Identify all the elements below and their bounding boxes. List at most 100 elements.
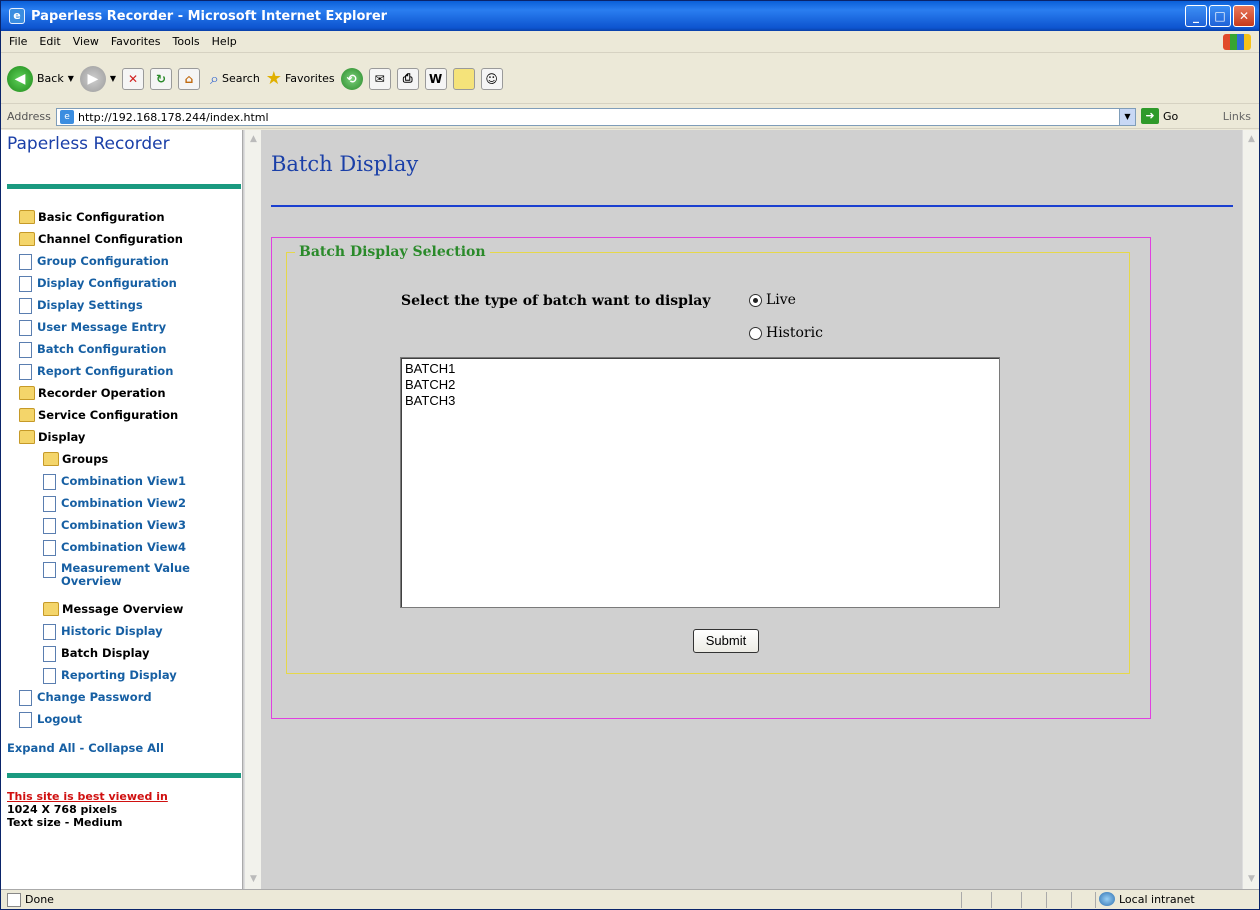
notes-icon[interactable]: [452, 67, 475, 90]
expand-collapse-link[interactable]: Expand All - Collapse All: [7, 741, 164, 755]
sidebar-item[interactable]: Combination View2: [43, 496, 186, 512]
window-title: Paperless Recorder - Microsoft Internet …: [31, 8, 388, 24]
sidebar-item[interactable]: Display Settings: [19, 298, 143, 314]
history-icon[interactable]: ⟲: [340, 67, 363, 90]
sidebar-item[interactable]: Logout: [19, 712, 82, 728]
scroll-up-icon[interactable]: ▲: [246, 132, 261, 147]
status-text: Done: [25, 893, 54, 906]
folder-icon: [19, 210, 35, 224]
sidebar-item[interactable]: Combination View4: [43, 540, 186, 556]
go-button[interactable]: ➜ Go: [1141, 108, 1178, 124]
sidebar-item-label: Combination View1: [61, 474, 187, 488]
document-icon: [43, 646, 56, 662]
menu-file[interactable]: File: [9, 35, 27, 48]
address-bar: Address e http://192.168.178.244/index.h…: [1, 105, 1259, 129]
sidebar-item-label: Batch Display: [61, 646, 150, 660]
page-content: Paperless Recorder Basic Configuration Ch…: [1, 130, 1259, 889]
document-icon: [43, 496, 56, 512]
main-scrollbar[interactable]: ▲ ▼: [1242, 130, 1259, 889]
radio-historic-indicator[interactable]: [749, 326, 762, 340]
folder-icon: [19, 386, 35, 400]
back-dropdown-icon[interactable]: ▼: [68, 74, 74, 83]
sidebar-item[interactable]: Message Overview: [43, 602, 183, 616]
search-button[interactable]: ⌕ Search: [210, 69, 260, 89]
back-button[interactable]: ◀ Back ▼: [7, 65, 74, 92]
sidebar-item-label: Message Overview: [62, 602, 184, 616]
star-icon: ★: [265, 68, 282, 89]
sidebar-item[interactable]: Channel Configuration: [19, 232, 183, 246]
menu-view[interactable]: View: [73, 35, 99, 48]
radio-live-label: Live: [766, 292, 796, 308]
radio-live-indicator[interactable]: [749, 293, 762, 307]
sidebar-scrollbar[interactable]: ▲ ▼: [244, 130, 261, 889]
messenger-icon[interactable]: ☺: [480, 67, 503, 90]
globe-icon: [1099, 892, 1115, 906]
list-item[interactable]: BATCH2: [405, 377, 995, 393]
windows-logo-icon: [1223, 34, 1251, 50]
sidebar-item[interactable]: Combination View3: [43, 518, 186, 534]
radio-historic[interactable]: Historic: [749, 325, 823, 341]
sidebar-item[interactable]: Combination View1: [43, 474, 186, 490]
divider: [7, 773, 241, 778]
stop-icon[interactable]: ✕: [122, 67, 145, 90]
submit-button[interactable]: Submit: [693, 629, 759, 653]
sidebar-item-label: Reporting Display: [61, 668, 177, 682]
title-bar: e Paperless Recorder - Microsoft Interne…: [1, 1, 1259, 31]
sidebar-item[interactable]: Basic Configuration: [19, 210, 165, 224]
scroll-down-icon[interactable]: ▼: [246, 872, 261, 887]
menu-favorites[interactable]: Favorites: [111, 35, 161, 48]
back-arrow-icon: ◀: [7, 65, 33, 92]
home-icon[interactable]: ⌂: [178, 67, 201, 90]
best-viewed-link[interactable]: This site is best viewed in: [7, 790, 168, 803]
document-icon: [19, 364, 32, 380]
menu-tools[interactable]: Tools: [173, 35, 200, 48]
document-icon: [43, 540, 56, 556]
address-input[interactable]: e http://192.168.178.244/index.html ▼: [56, 108, 1136, 126]
list-item[interactable]: BATCH1: [405, 361, 995, 377]
forward-dropdown-icon[interactable]: ▼: [110, 74, 116, 83]
sidebar-item[interactable]: Change Password: [19, 690, 152, 706]
sidebar-item[interactable]: Report Configuration: [19, 364, 173, 380]
sidebar-item[interactable]: User Message Entry: [19, 320, 166, 336]
sidebar-item[interactable]: Service Configuration: [19, 408, 178, 422]
maximize-button[interactable]: □: [1209, 5, 1231, 27]
links-button[interactable]: Links: [1223, 110, 1251, 123]
forward-button[interactable]: ▶ ▼: [79, 65, 116, 92]
minimize-button[interactable]: _: [1185, 5, 1207, 27]
open-folder-icon: [19, 430, 35, 444]
address-dropdown-icon[interactable]: ▼: [1119, 109, 1135, 125]
sidebar-item[interactable]: Batch Configuration: [19, 342, 166, 358]
refresh-icon[interactable]: ↻: [150, 67, 173, 90]
zone-text: Local intranet: [1119, 892, 1195, 906]
menu-help[interactable]: Help: [212, 35, 237, 48]
edit-icon[interactable]: W: [424, 67, 447, 90]
mail-icon[interactable]: ✉: [368, 67, 391, 90]
sidebar-item[interactable]: Groups: [43, 452, 108, 466]
folder-icon: [19, 408, 35, 422]
status-divider: [1046, 892, 1047, 908]
sidebar-item[interactable]: Reporting Display: [43, 668, 177, 684]
sidebar-item[interactable]: Recorder Operation: [19, 386, 166, 400]
menu-edit[interactable]: Edit: [39, 35, 60, 48]
close-button[interactable]: ✕: [1233, 5, 1255, 27]
sidebar-item[interactable]: Display Configuration: [19, 276, 177, 292]
favorites-button[interactable]: ★ Favorites: [266, 68, 335, 89]
document-icon: [19, 276, 32, 292]
sidebar-item[interactable]: Measurement Value Overview: [43, 562, 201, 588]
search-icon: ⌕: [210, 68, 219, 88]
sidebar-item[interactable]: Batch Display: [43, 646, 149, 662]
batch-type-label: Select the type of batch want to display: [401, 293, 711, 309]
document-icon: [19, 342, 32, 358]
scroll-up-icon[interactable]: ▲: [1244, 132, 1259, 147]
print-icon[interactable]: ⎙: [396, 67, 419, 90]
batch-listbox[interactable]: BATCH1 BATCH2 BATCH3: [400, 357, 1000, 608]
scroll-down-icon[interactable]: ▼: [1244, 872, 1259, 887]
page-done-icon: [7, 892, 21, 907]
sidebar-item[interactable]: Historic Display: [43, 624, 163, 640]
radio-live[interactable]: Live: [749, 292, 796, 308]
sidebar-item[interactable]: Display: [19, 430, 85, 444]
document-icon: [43, 474, 56, 490]
list-item[interactable]: BATCH3: [405, 393, 995, 409]
address-url: http://192.168.178.244/index.html: [78, 110, 269, 124]
sidebar-item[interactable]: Group Configuration: [19, 254, 169, 270]
